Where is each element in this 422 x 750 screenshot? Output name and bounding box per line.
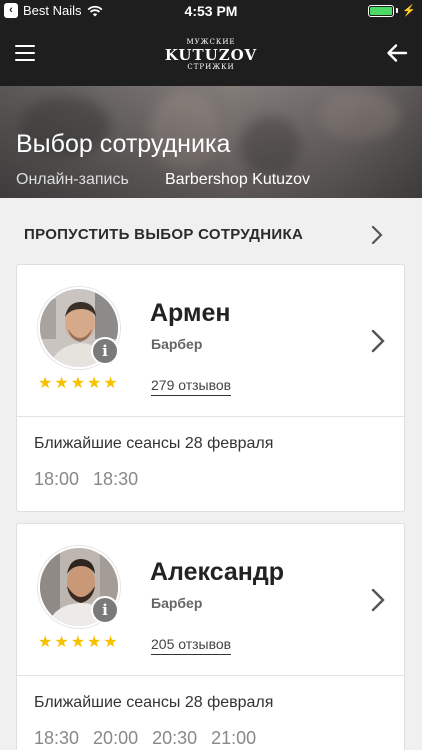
reviews-link[interactable]: 205 отзывов (151, 636, 232, 655)
hero-banner: Выбор сотрудника Онлайн-запись Barbersho… (0, 86, 422, 198)
star-icon: ★ (54, 634, 69, 651)
kutuzov-logo: МУЖСКИЕ KUTUZOV СТРИЖКИ (164, 38, 258, 71)
status-time: 4:53 PM (184, 3, 238, 19)
chevron-right-icon (371, 588, 385, 612)
sessions-label: Ближайшие сеансы 28 февраля (34, 435, 274, 452)
sessions-section: Ближайшие сеансы 28 февраля 18:30 20:00 20… (17, 676, 404, 750)
staff-role: Барбер (151, 336, 203, 352)
time-slots: 18:00 18:30 (34, 469, 138, 490)
rating-stars: ★ ★ ★ ★ ★ (38, 376, 118, 392)
time-slot[interactable]: 20:30 (152, 728, 197, 749)
staff-name: Армен (150, 299, 231, 327)
star-icon: ★ (38, 375, 53, 392)
star-icon: ★ (38, 634, 53, 651)
star-icon: ★ (87, 634, 102, 651)
star-icon: ★ (87, 375, 102, 392)
staff-name: Александр (150, 558, 285, 586)
page-title: Выбор сотрудника (16, 130, 231, 158)
staff-role: Барбер (151, 595, 203, 611)
time-slot[interactable]: 18:00 (34, 469, 79, 490)
rating-stars: ★ ★ ★ ★ ★ (38, 635, 118, 651)
chevron-right-icon (371, 329, 385, 353)
star-icon: ★ (70, 375, 86, 392)
time-slot[interactable]: 20:00 (93, 728, 138, 749)
staff-card-header[interactable]: i ★ ★ ★ ★ ★ Александр Барбер 205 отзывов (17, 524, 404, 676)
time-slot[interactable]: 18:30 (93, 469, 138, 490)
arrow-left-icon[interactable] (386, 42, 408, 64)
staff-card: i ★ ★ ★ ★ ★ Армен Барбер 279 отзывов Ближайш… (16, 264, 405, 512)
time-slots: 18:30 20:00 20:30 21:00 (34, 728, 256, 749)
skip-label: ПРОПУСТИТЬ ВЫБОР СОТРУДНИКА (24, 226, 304, 243)
star-icon: ★ (70, 634, 86, 651)
time-slot[interactable]: 21:00 (211, 728, 256, 749)
battery-icon (368, 4, 395, 17)
skip-staff-selection[interactable]: ПРОПУСТИТЬ ВЫБОР СОТРУДНИКА (0, 206, 422, 262)
status-right: ⚡ (368, 4, 416, 17)
hero-subtitle-online: Онлайн-запись (16, 171, 129, 188)
staff-card-header[interactable]: i ★ ★ ★ ★ ★ Армен Барбер 279 отзывов (17, 265, 404, 417)
info-icon[interactable]: i (91, 337, 119, 365)
sessions-section: Ближайшие сеансы 28 февраля 18:00 18:30 (17, 417, 404, 511)
charging-icon: ⚡ (402, 5, 416, 17)
nav-bar: МУЖСКИЕ KUTUZOV СТРИЖКИ (0, 22, 422, 86)
reviews-link[interactable]: 279 отзывов (151, 377, 232, 396)
status-bar: ‹ Best Nails 4:53 PM ⚡ (0, 0, 422, 22)
star-icon: ★ (103, 375, 118, 392)
star-icon: ★ (54, 375, 69, 392)
info-icon[interactable]: i (91, 596, 119, 624)
sessions-label: Ближайшие сеансы 28 февраля (34, 694, 274, 711)
star-icon: ★ (103, 634, 118, 651)
hero-subtitle-salon: Barbershop Kutuzov (165, 171, 310, 188)
time-slot[interactable]: 18:30 (34, 728, 79, 749)
chevron-right-icon (371, 225, 383, 245)
hamburger-icon[interactable] (15, 45, 35, 61)
staff-card: i ★ ★ ★ ★ ★ Александр Барбер 205 отзывов Бли… (16, 523, 405, 750)
